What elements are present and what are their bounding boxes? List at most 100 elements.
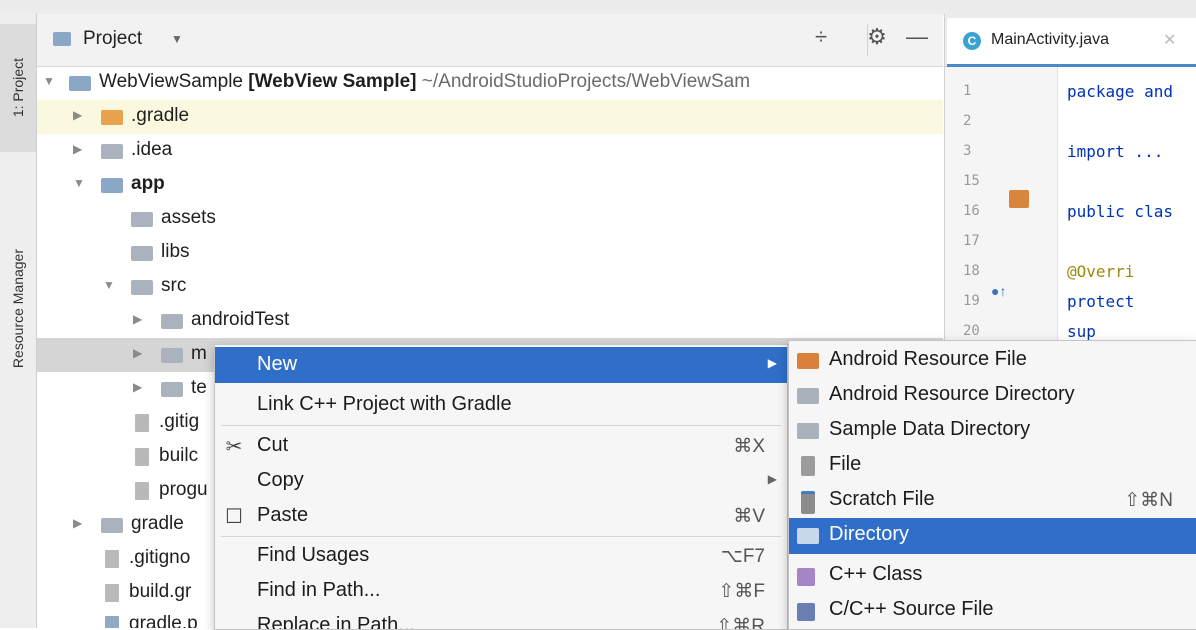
- gear-icon[interactable]: ⚙: [863, 24, 891, 50]
- tree-item-label: src: [161, 275, 187, 296]
- expand-arrow-icon[interactable]: ▶: [133, 346, 142, 360]
- line-number: 1: [963, 83, 972, 99]
- menu-item-label: Find in Path...: [257, 579, 381, 601]
- expand-arrow-icon[interactable]: ▼: [73, 176, 85, 190]
- tree-item-label: m: [191, 343, 207, 364]
- tree-item-gradle-dir[interactable]: ▶ .gradle: [37, 100, 943, 134]
- chevron-down-icon[interactable]: ▼: [171, 32, 183, 46]
- code-line[interactable]: @Overri: [1067, 262, 1134, 281]
- tree-item-src[interactable]: ▼ src: [37, 270, 943, 304]
- root-project-name: WebViewSample: [99, 71, 243, 92]
- android-resource-gutter-icon[interactable]: [1009, 190, 1029, 208]
- folder-orange-icon: [101, 110, 123, 125]
- tree-item-label: libs: [161, 241, 190, 262]
- tree-item-label: builc: [159, 445, 199, 466]
- tree-item-libs[interactable]: libs: [37, 236, 943, 270]
- submenu-item-label: Directory: [829, 523, 910, 545]
- project-view-selector[interactable]: Project: [83, 28, 142, 50]
- resource-manager-tab-label: Resource Manager: [10, 249, 26, 369]
- android-resource-file-icon: [797, 353, 819, 369]
- module-icon: [69, 76, 91, 91]
- line-number: 17: [963, 233, 980, 249]
- hide-panel-icon[interactable]: —: [903, 24, 931, 50]
- folder-icon: [101, 518, 123, 533]
- code-line[interactable]: import ...: [1067, 142, 1163, 161]
- override-marker-icon[interactable]: ●↑: [991, 283, 1006, 299]
- expand-arrow-icon[interactable]: ▼: [103, 278, 115, 292]
- menu-item-copy[interactable]: Copy ▶: [215, 463, 787, 499]
- submenu-item-label: C++ Class: [829, 563, 923, 585]
- folder-icon: [797, 528, 819, 544]
- tree-item-label: .gitig: [159, 411, 200, 432]
- gradle-properties-icon: [105, 616, 119, 628]
- tree-item-label: .idea: [131, 139, 173, 160]
- editor-tab-mainactivity[interactable]: C MainActivity.java ✕: [947, 18, 1196, 67]
- code-line[interactable]: protect: [1067, 292, 1134, 311]
- tree-item-label: progu: [159, 479, 208, 500]
- editor-tab-label: MainActivity.java: [991, 31, 1109, 48]
- menu-item-find-in-path[interactable]: Find in Path... ⇧⌘F: [215, 573, 787, 609]
- submenu-item-label: File: [829, 453, 862, 475]
- expand-arrow-icon[interactable]: ▶: [133, 312, 142, 326]
- folder-icon: [797, 388, 819, 404]
- resource-manager-tab[interactable]: Resource Manager: [0, 204, 36, 414]
- submenu-item-cpp-source-file[interactable]: C/C++ Source File: [789, 593, 1196, 629]
- menu-item-paste[interactable]: ☐ Paste ⌘V: [215, 498, 787, 534]
- context-menu: New ▶ Link C++ Project with Gradle ✂ Cut…: [214, 344, 788, 630]
- project-tool-tab[interactable]: 1: Project: [0, 24, 36, 152]
- line-number: 18: [963, 263, 980, 279]
- root-project-path: ~/AndroidStudioProjects/WebViewSam: [421, 71, 751, 92]
- close-icon[interactable]: ✕: [1163, 30, 1176, 50]
- folder-icon: [131, 280, 153, 295]
- line-number: 20: [963, 323, 980, 339]
- menu-item-find-usages[interactable]: Find Usages ⌥F7: [215, 538, 787, 574]
- code-line[interactable]: sup: [1067, 322, 1096, 341]
- submenu-item-scratch-file[interactable]: Scratch File ⇧⌘N: [789, 483, 1196, 519]
- scissors-icon: ✂: [225, 436, 243, 458]
- submenu-item-directory[interactable]: Directory: [789, 518, 1196, 554]
- expand-arrow-icon[interactable]: ▶: [73, 142, 82, 156]
- submenu-item-cpp-class[interactable]: C++ Class: [789, 558, 1196, 594]
- file-icon: [135, 482, 149, 500]
- expand-arrow-icon[interactable]: ▶: [73, 108, 82, 122]
- menu-item-shortcut: ⌘X: [733, 436, 765, 457]
- menu-item-cut[interactable]: ✂ Cut ⌘X: [215, 428, 787, 464]
- submenu-item-android-resource-directory[interactable]: Android Resource Directory: [789, 378, 1196, 414]
- expand-arrow-icon[interactable]: ▶: [133, 380, 142, 394]
- menu-item-link-cpp[interactable]: Link C++ Project with Gradle: [215, 387, 787, 423]
- submenu-item-file[interactable]: File: [789, 448, 1196, 484]
- expand-arrow-icon[interactable]: ▶: [73, 516, 82, 530]
- folder-icon: [131, 246, 153, 261]
- tree-item-label: build.gr: [129, 581, 192, 602]
- code-line[interactable]: package and: [1067, 82, 1173, 101]
- tree-item-root[interactable]: ▼ WebViewSample [WebView Sample] ~/Andro…: [37, 66, 943, 100]
- left-tool-strip: 1: Project Resource Manager: [0, 14, 37, 628]
- submenu-item-sample-data-directory[interactable]: Sample Data Directory: [789, 413, 1196, 449]
- submenu-item-label: C/C++ Source File: [829, 598, 994, 620]
- code-line[interactable]: public clas: [1067, 202, 1173, 221]
- tree-item-assets[interactable]: assets: [37, 202, 943, 236]
- editor-tab-bar: C MainActivity.java ✕: [945, 14, 1196, 67]
- gradle-icon: [135, 448, 149, 466]
- tree-item-idea[interactable]: ▶ .idea: [37, 134, 943, 168]
- submenu-item-label: Android Resource Directory: [829, 383, 1075, 405]
- submenu-arrow-icon: ▶: [767, 356, 777, 370]
- tree-item-app[interactable]: ▼ app: [37, 168, 943, 202]
- line-number: 16: [963, 203, 980, 219]
- collapse-all-icon[interactable]: ÷: [807, 24, 835, 50]
- submenu-item-android-resource-file[interactable]: Android Resource File: [789, 343, 1196, 379]
- expand-arrow-icon[interactable]: ▼: [43, 74, 55, 88]
- menu-item-replace-in-path[interactable]: Replace in Path... ⇧⌘R: [215, 608, 787, 629]
- menu-item-label: Link C++ Project with Gradle: [257, 393, 512, 415]
- tree-item-label: app: [131, 173, 165, 194]
- submenu-item-shortcut: ⇧⌘N: [1124, 490, 1173, 511]
- file-icon: [801, 456, 815, 476]
- gitignore-icon: [135, 414, 149, 432]
- project-tool-tab-label: 1: Project: [10, 58, 26, 118]
- submenu-item-label: Android Resource File: [829, 348, 1027, 370]
- new-submenu: Android Resource File Android Resource D…: [788, 340, 1196, 630]
- menu-item-new[interactable]: New ▶: [215, 347, 787, 383]
- tree-item-androidtest[interactable]: ▶ androidTest: [37, 304, 943, 338]
- folder-icon: [161, 348, 183, 363]
- folder-icon: [161, 314, 183, 329]
